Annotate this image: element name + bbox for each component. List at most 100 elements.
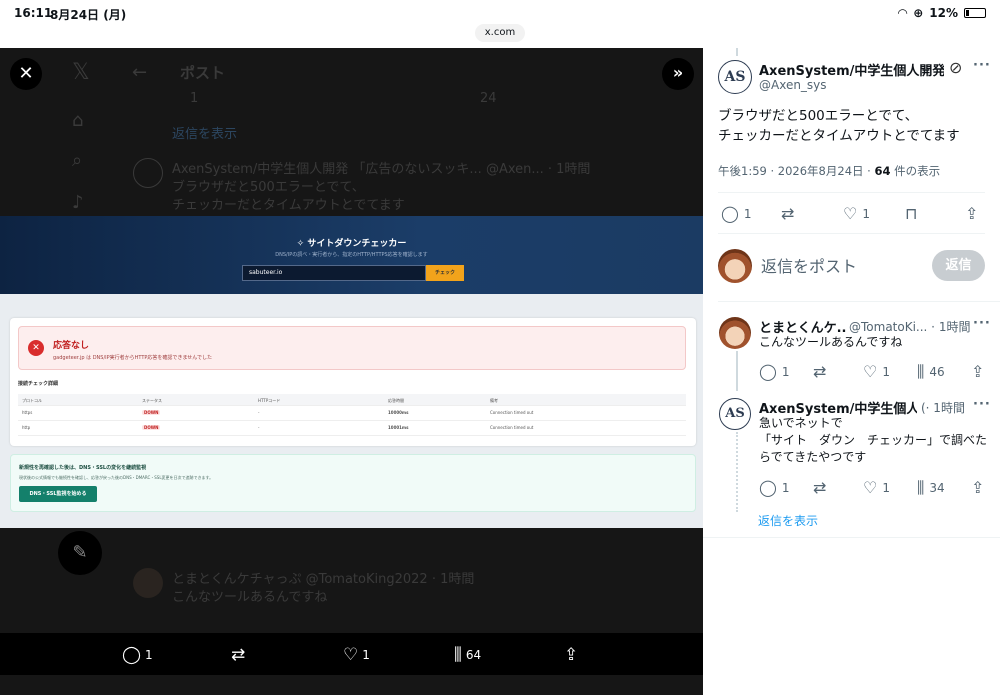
media-error-box: ✕ 応答なし gadgeteer.jp は DNS/IP実行者からHTTP応答を… <box>18 326 686 370</box>
views-icon: ⫼ <box>454 645 462 665</box>
reply-icon: ◯ <box>759 362 777 381</box>
url-pill[interactable]: x.com <box>475 24 525 42</box>
more-options-icon[interactable]: ··· <box>973 58 991 73</box>
home-icon: ⌂ <box>72 110 84 131</box>
repost-button[interactable]: ⇄ <box>813 478 826 497</box>
media-viewer-overlay: 𝕏 ← ポスト ⌂ ⌕ ♪ 1 24 返信を表示 AxenSystem/中学生個… <box>0 48 703 695</box>
views-icon: ⫼ <box>917 362 925 381</box>
heart-icon: ♡ <box>863 362 878 381</box>
like-count: 1 <box>362 648 370 662</box>
table-cell: 10001ms <box>388 425 409 430</box>
show-replies-link[interactable]: 返信を表示 <box>758 512 818 529</box>
feed-count: 1 <box>190 91 199 106</box>
table-cell: Connection timed out <box>490 425 534 430</box>
table-header-row: プロトコル ステータス HTTPコード 応答時間 備考 <box>18 394 686 406</box>
avatar-initials: AS <box>725 406 745 421</box>
more-options-icon[interactable]: ··· <box>973 397 991 412</box>
media-share-button[interactable]: ⇪ <box>564 645 578 665</box>
avatar[interactable] <box>719 317 751 349</box>
grok-icon[interactable]: ⊘ <box>949 58 962 77</box>
reply-icon: ◯ <box>122 645 142 665</box>
table-header: HTTPコード <box>258 398 281 403</box>
views-count: 46 <box>929 365 945 379</box>
feed-reply-author: とまとくんケチャっぷ @TomatoKing2022 · 1時間 <box>172 572 475 587</box>
reply-author-handle[interactable]: (· 1時間 <box>921 399 965 416</box>
compose-icon: ✎ <box>72 542 88 563</box>
close-button[interactable]: ✕ <box>10 58 42 90</box>
heart-icon: ♡ <box>843 204 858 223</box>
more-options-icon[interactable]: ··· <box>973 316 991 331</box>
table-header: 応答時間 <box>388 398 404 403</box>
like-count: 1 <box>862 206 870 221</box>
media-views-button[interactable]: ⫼ 64 <box>454 645 481 665</box>
like-button[interactable]: ♡ 1 <box>863 362 890 381</box>
share-icon: ⇪ <box>971 478 985 497</box>
media-action-bar: ◯ 1 ⇄ ♡ 1 ⫼ 64 ⇪ <box>0 633 703 675</box>
media-hero: ✧ サイトダウンチェッカー DNS/IPの調べ・実行者から、指定のHTTP/HT… <box>0 216 703 294</box>
media-reply-button[interactable]: ◯ 1 <box>122 645 153 665</box>
divider <box>718 192 985 193</box>
reply-icon: ◯ <box>759 478 777 497</box>
post-detail-panel: AS AxenSystem/中学生個人開発... @Axen_sys ⊘ ···… <box>703 48 1000 695</box>
like-count: 1 <box>882 364 890 379</box>
reply-submit-button[interactable]: 返信 <box>932 250 985 281</box>
feed-reply-text: こんなツールあるんですね <box>172 590 328 605</box>
media-image[interactable]: ✧ サイトダウンチェッカー DNS/IPの調べ・実行者から、指定のHTTP/HT… <box>0 216 703 528</box>
table-cell: 10000ms <box>388 410 409 415</box>
post-timestamp[interactable]: 午後1:59 · 2026年8月24日 · <box>718 164 874 178</box>
status-badge: DOWN <box>142 425 161 430</box>
share-button[interactable]: ⇪ <box>971 478 984 497</box>
thread-line <box>736 48 738 56</box>
post-views-count: 64 <box>874 164 891 178</box>
post-text: ブラウザだと500エラーとでて、 チェッカーだとタイムアウトとでてます <box>718 108 960 144</box>
avatar[interactable]: AS <box>719 398 751 430</box>
thread-line <box>736 351 738 391</box>
media-tip-title: 新規性を再確認した後は、DNS・SSLの変化を継続監視 <box>19 465 147 471</box>
post-author-handle[interactable]: @Axen_sys <box>759 78 827 92</box>
feed-show-more: 返信を表示 <box>172 127 238 142</box>
avatar[interactable]: AS <box>718 60 752 94</box>
share-button[interactable]: ⇪ <box>965 204 978 223</box>
divider <box>718 233 985 234</box>
divider <box>703 537 1000 538</box>
like-count: 1 <box>882 480 890 495</box>
repost-icon: ⇄ <box>781 204 795 223</box>
share-icon: ⇪ <box>971 362 985 381</box>
media-detail-table: プロトコル ステータス HTTPコード 応答時間 備考 https DOWN -… <box>18 394 686 436</box>
media-tip-card: 新規性を再確認した後は、DNS・SSLの変化を継続監視 現状後の公式情報でも継続… <box>10 454 696 512</box>
wifi-icon: ◠ <box>897 6 908 20</box>
post-meta: 午後1:59 · 2026年8月24日 · 64 件の表示 <box>718 163 940 179</box>
repost-icon: ⇄ <box>231 645 246 665</box>
share-button[interactable]: ⇪ <box>971 362 984 381</box>
post-author-name[interactable]: AxenSystem/中学生個人開発... <box>759 60 944 79</box>
views-icon: ⫼ <box>917 478 925 497</box>
views-button[interactable]: ⫼ 46 <box>917 362 945 382</box>
views-button[interactable]: ⫼ 34 <box>917 478 945 498</box>
repost-button[interactable]: ⇄ <box>781 204 794 223</box>
reply-icon: ◯ <box>721 204 739 223</box>
expand-button[interactable]: » <box>662 58 694 90</box>
media-like-button[interactable]: ♡ 1 <box>343 645 370 665</box>
like-button[interactable]: ♡ 1 <box>843 204 870 223</box>
reply-input[interactable]: 返信をポスト <box>761 253 857 277</box>
heart-icon: ♡ <box>863 478 878 497</box>
current-user-avatar <box>718 249 752 283</box>
reply-button[interactable]: ◯ 1 <box>759 362 790 381</box>
media-repost-button[interactable]: ⇄ <box>231 645 245 665</box>
table-cell: - <box>258 425 260 430</box>
reply-text: 急いでネットで 「サイト ダウン チェッカー」で調べたらでてきたやつです <box>759 416 988 464</box>
bookmark-button[interactable]: ⊓ <box>905 204 917 223</box>
media-detail-heading: 接続チェック詳細 <box>18 381 59 387</box>
reply-button[interactable]: ◯ 1 <box>759 478 790 497</box>
orientation-lock-icon: ⊕ <box>913 6 924 20</box>
reply-count: 1 <box>145 648 153 662</box>
feed-avatar <box>133 568 163 598</box>
reply-text: こんなツールあるんですね <box>759 335 903 349</box>
status-bar: 16:11 8月24日 (月) ◠ ⊕ 12% <box>0 0 1000 26</box>
repost-button[interactable]: ⇄ <box>813 362 826 381</box>
compose-button[interactable]: ✎ <box>58 531 102 575</box>
heart-icon: ♡ <box>343 645 359 665</box>
like-button[interactable]: ♡ 1 <box>863 478 890 497</box>
error-icon: ✕ <box>28 340 44 356</box>
reply-button[interactable]: ◯ 1 <box>721 204 752 223</box>
